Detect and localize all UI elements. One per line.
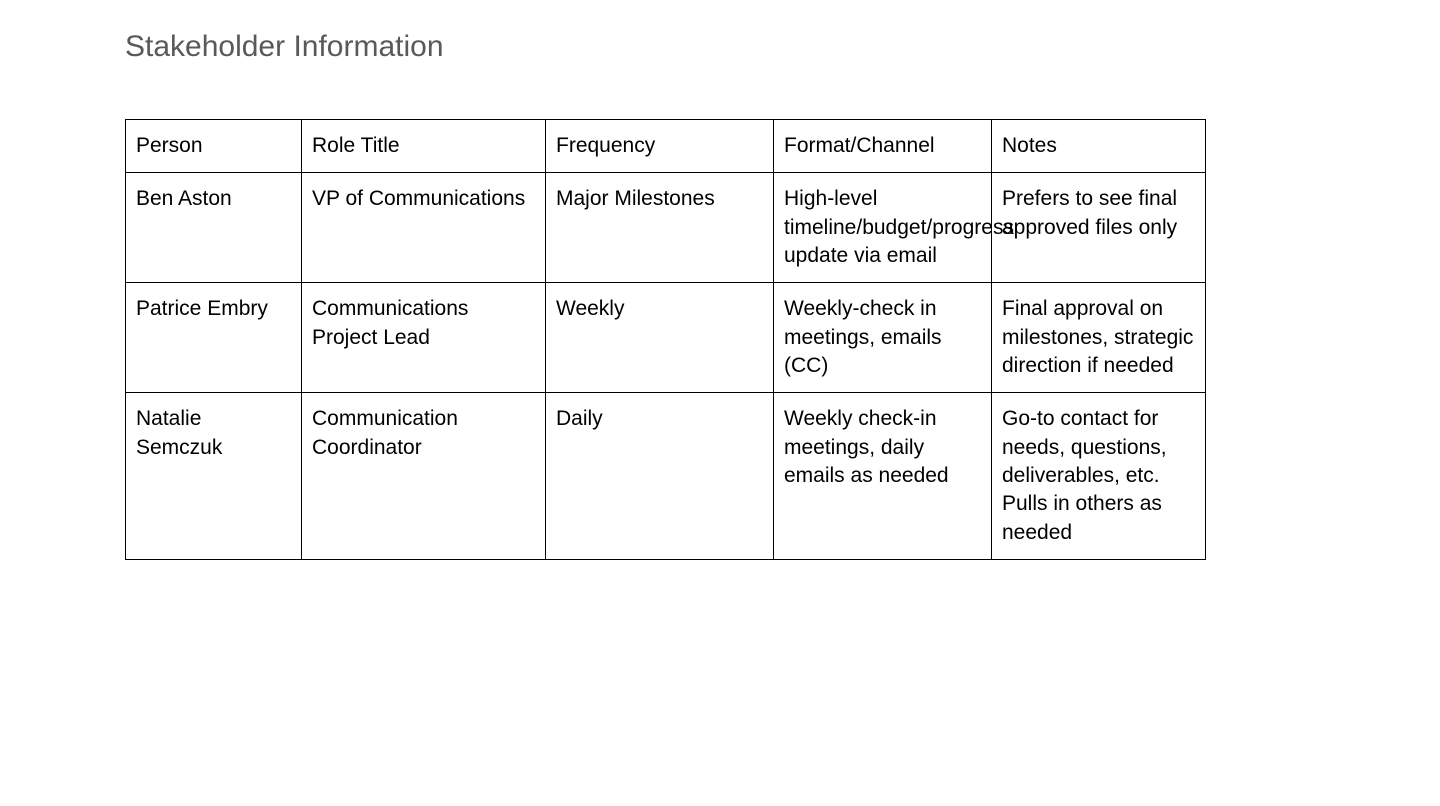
- cell-role: VP of Communications: [302, 173, 546, 283]
- cell-person: Ben Aston: [126, 173, 302, 283]
- cell-role: Communications Project Lead: [302, 283, 546, 393]
- cell-format: High-level timeline/budget/progress upda…: [774, 173, 992, 283]
- cell-person: Natalie Semczuk: [126, 393, 302, 560]
- header-notes: Notes: [992, 120, 1206, 173]
- cell-frequency: Weekly: [546, 283, 774, 393]
- cell-person: Patrice Embry: [126, 283, 302, 393]
- cell-notes: Prefers to see final approved files only: [992, 173, 1206, 283]
- cell-notes: Final approval on milestones, strategic …: [992, 283, 1206, 393]
- table-row: Ben Aston VP of Communications Major Mil…: [126, 173, 1206, 283]
- page-title: Stakeholder Information: [125, 30, 1315, 64]
- table-header-row: Person Role Title Frequency Format/Chann…: [126, 120, 1206, 173]
- header-frequency: Frequency: [546, 120, 774, 173]
- header-role: Role Title: [302, 120, 546, 173]
- table-row: Patrice Embry Communications Project Lea…: [126, 283, 1206, 393]
- cell-format: Weekly-check in meetings, emails (CC): [774, 283, 992, 393]
- cell-frequency: Daily: [546, 393, 774, 560]
- cell-frequency: Major Milestones: [546, 173, 774, 283]
- stakeholder-table: Person Role Title Frequency Format/Chann…: [125, 119, 1206, 560]
- header-format: Format/Channel: [774, 120, 992, 173]
- cell-notes: Go-to contact for needs, questions, deli…: [992, 393, 1206, 560]
- table-row: Natalie Semczuk Communication Coordinato…: [126, 393, 1206, 560]
- cell-role: Communication Coordinator: [302, 393, 546, 560]
- header-person: Person: [126, 120, 302, 173]
- cell-format: Weekly check-in meetings, daily emails a…: [774, 393, 992, 560]
